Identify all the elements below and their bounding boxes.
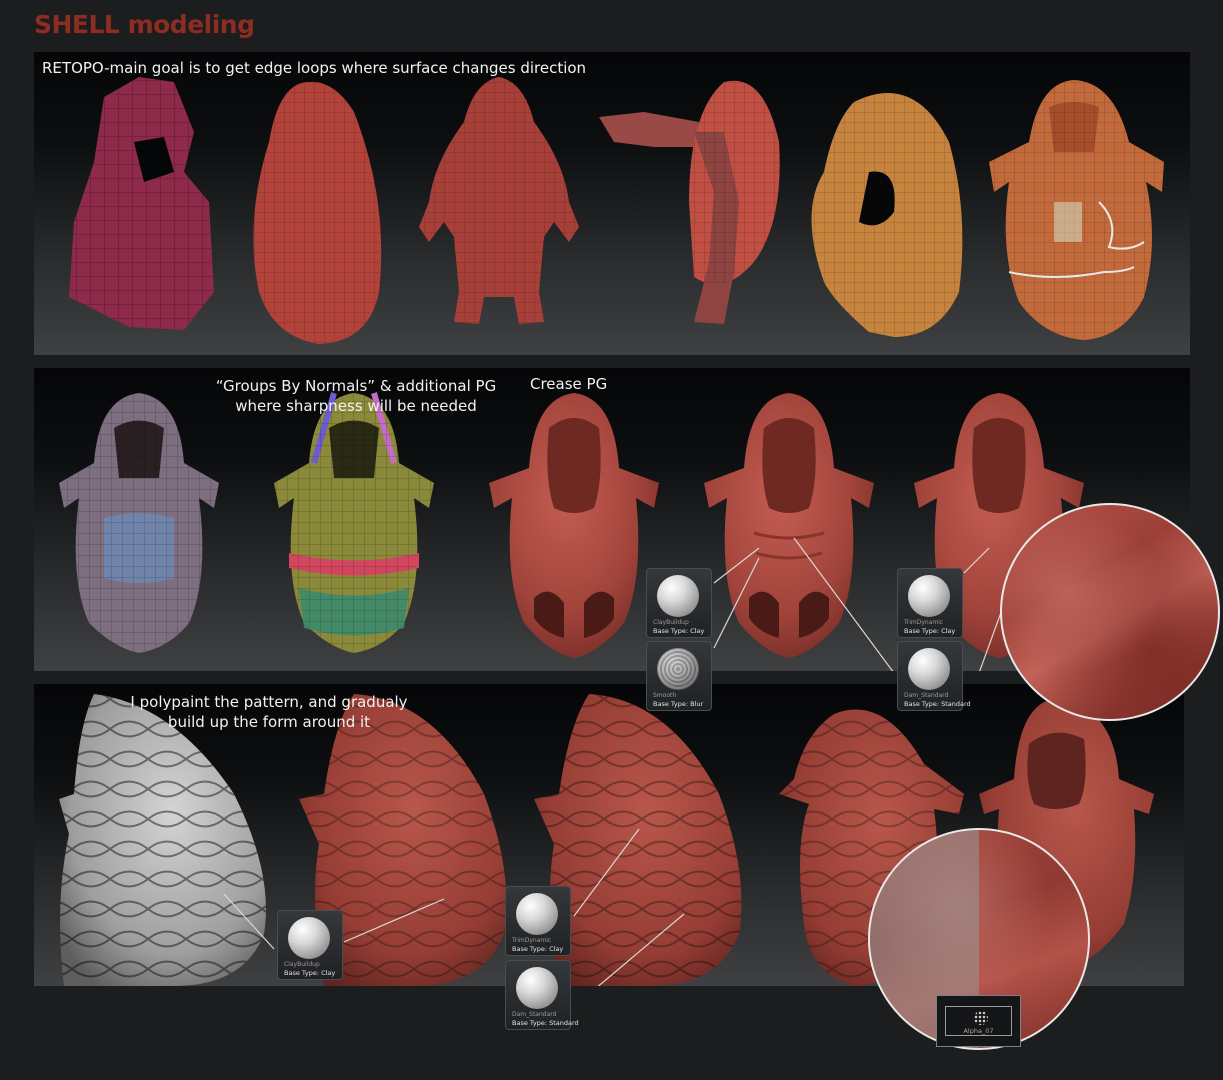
brush-claybuildup-2[interactable]: ClayBuildup Base Type: Clay [277, 910, 343, 980]
brush-name: ClayBuildup [653, 619, 689, 626]
brush-name: Smooth [653, 692, 677, 699]
brush-name: Dam_Standard [904, 692, 949, 699]
polygroup-caption-line2: where sharpness will be needed [235, 397, 477, 415]
brush-dam-standard[interactable]: Dam_Standard Base Type: Standard [897, 641, 971, 711]
claybuildup-brush-icon [288, 917, 330, 959]
polygroup-caption-line1: “Groups By Normals” & additional PG [215, 377, 497, 395]
brush-name: Dam_Standard [512, 1011, 557, 1018]
brush-base-type: Base Type: Standard [904, 700, 971, 708]
brush-base-type: Base Type: Standard [512, 1019, 579, 1027]
retopo-creature [419, 77, 579, 324]
sculpt-caption-line2: build up the form around it [167, 713, 371, 731]
polygroup-shell-blue [59, 393, 219, 653]
alpha-tile[interactable]: Alpha_07 [936, 995, 1021, 1047]
brush-smooth[interactable]: Smooth Base Type: Blur [646, 641, 712, 711]
smooth-brush-icon [657, 648, 699, 690]
dam-standard-brush-icon [908, 648, 950, 690]
brush-claybuildup[interactable]: ClayBuildup Base Type: Clay [646, 568, 712, 638]
brush-name: ClayBuildup [284, 961, 320, 968]
trimdynamic-brush-icon [908, 575, 950, 617]
crease-caption: Crease PG [530, 375, 608, 393]
brush-base-type: Base Type: Blur [653, 700, 704, 708]
retopo-figures [69, 77, 1164, 344]
retopo-front-shell [989, 80, 1164, 340]
brush-base-type: Base Type: Clay [653, 627, 705, 635]
brush-base-type: Base Type: Clay [904, 627, 956, 635]
retopo-red-shell [253, 81, 382, 344]
brush-dam-standard-2[interactable]: Dam_Standard Base Type: Standard [505, 960, 579, 1030]
retopo-side-creature [599, 80, 780, 324]
detail-zoom-crease [1000, 503, 1220, 721]
brush-base-type: Base Type: Clay [512, 945, 564, 953]
brush-name: TrimDynamic [904, 619, 944, 626]
sculpt-caption-line1: I polypaint the pattern, and gradualy [130, 693, 408, 711]
alpha-pattern-icon [974, 1011, 988, 1025]
brush-base-type: Base Type: Clay [284, 969, 336, 977]
retopo-magenta-shell [69, 77, 214, 330]
retopo-panel: RETOPO-main goal is to get edge loops wh… [34, 52, 1190, 355]
page-title: SHELL modeling [34, 10, 255, 39]
crease-shell-1 [489, 393, 659, 658]
dam-standard-brush-icon [516, 967, 558, 1009]
retopo-caption: RETOPO-main goal is to get edge loops wh… [42, 59, 587, 77]
polygroup-shell-multicolor [274, 392, 434, 653]
gray-shell-sculpt [59, 694, 266, 986]
brush-name: TrimDynamic [512, 937, 552, 944]
alpha-label: Alpha_07 [963, 1027, 994, 1035]
retopo-orange-shell [811, 93, 963, 337]
brush-trimdynamic-2[interactable]: TrimDynamic Base Type: Clay [505, 886, 571, 956]
brush-trimdynamic[interactable]: TrimDynamic Base Type: Clay [897, 568, 963, 638]
alpha-frame: Alpha_07 [945, 1006, 1012, 1036]
trimdynamic-brush-icon [516, 893, 558, 935]
claybuildup-brush-icon [657, 575, 699, 617]
